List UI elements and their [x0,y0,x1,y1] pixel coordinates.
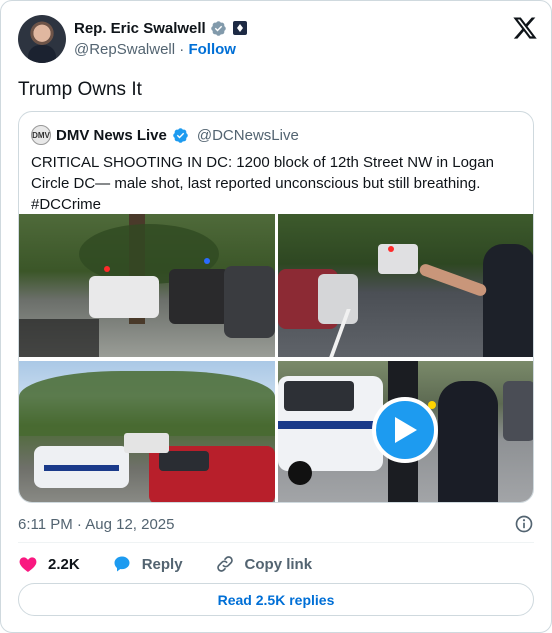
tweet-header: Rep. Eric Swalwell @RepSwalwell · Follow [18,15,538,65]
quoted-tweet-text: CRITICAL SHOOTING IN DC: 1200 block of 1… [31,154,494,213]
handle-separator: · [179,41,185,58]
author-avatar[interactable] [18,15,66,63]
action-bar: 2.2K Reply Copy link [18,553,312,575]
tweet-timestamp[interactable]: 6:11 PM · Aug 12, 2025 [18,516,175,533]
follow-button[interactable]: Follow [188,41,236,58]
verified-badge-icon [210,20,226,36]
photo-street-police-cars[interactable] [19,214,275,357]
media-grid[interactable] [19,214,533,502]
like-button[interactable]: 2.2K [18,554,80,574]
photo-fire-truck-police[interactable] [19,361,275,502]
author-display-name[interactable]: Rep. Eric Swalwell [74,20,206,37]
verified-badge-icon [173,127,188,143]
tweet-text: Trump Owns It [18,79,142,100]
like-count: 2.2K [48,555,80,573]
video-play-button[interactable] [372,397,438,463]
tweet-embed-card: Rep. Eric Swalwell @RepSwalwell · Follow… [0,0,552,633]
author-names: Rep. Eric Swalwell @RepSwalwell · Follow [74,18,247,61]
author-handle[interactable]: @RepSwalwell [74,41,175,58]
photo-officer-directing[interactable] [278,214,533,357]
heart-icon [19,557,37,572]
government-label-icon [232,21,247,35]
reply-label: Reply [141,555,183,573]
divider [18,542,534,543]
x-logo-icon[interactable] [512,15,538,41]
reply-button[interactable]: Reply [112,554,183,574]
read-replies-button[interactable]: Read 2.5K replies [18,583,534,616]
quoted-author-avatar[interactable]: DMV [31,125,51,145]
timestamp-row: 6:11 PM · Aug 12, 2025 [18,514,534,534]
quoted-author-name[interactable]: DMV News Live [56,127,167,144]
copy-link-button[interactable]: Copy link [215,554,313,574]
copy-link-label: Copy link [244,555,313,573]
info-icon[interactable] [514,514,534,534]
quoted-author-handle[interactable]: @DCNewsLive [197,127,299,144]
quoted-tweet[interactable]: DMV DMV News Live @DCNewsLive CRITICAL S… [18,111,534,503]
speech-bubble-icon [114,556,130,572]
play-icon [395,417,417,443]
link-icon [216,556,233,572]
